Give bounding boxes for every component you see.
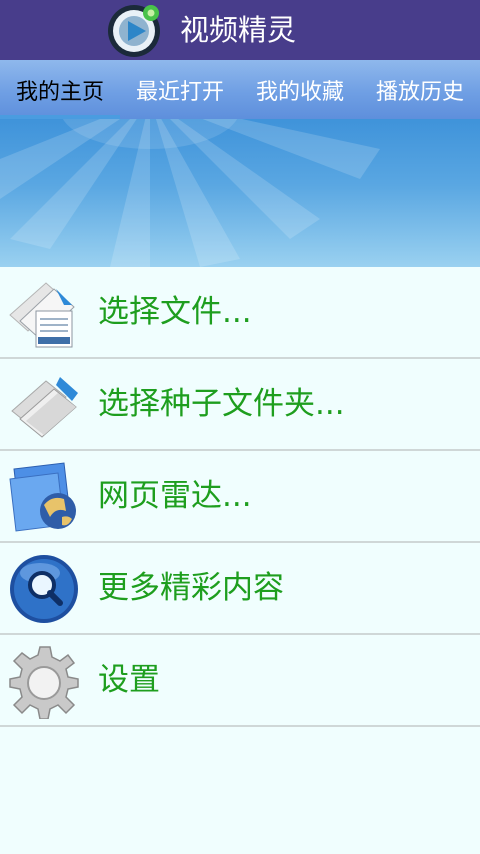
menu-item-label: 选择种子文件夹... <box>98 386 345 422</box>
menu-item-label: 设置 <box>98 662 160 698</box>
menu-item-label: 网页雷达... <box>98 478 252 514</box>
gear-icon <box>9 646 79 719</box>
tab-bar: 我的主页 最近打开 我的收藏 播放历史 <box>0 60 480 119</box>
menu-item-more-content[interactable]: 更多精彩内容 <box>0 543 480 635</box>
play-disc-icon <box>108 5 160 57</box>
app-title: 视频精灵 <box>180 13 297 47</box>
tab-history[interactable]: 播放历史 <box>360 60 480 119</box>
menu-item-settings[interactable]: 设置 <box>0 635 480 727</box>
menu-item-select-torrent-folder[interactable]: 选择种子文件夹... <box>0 359 480 451</box>
title-bar: 视频精灵 <box>0 0 480 60</box>
tab-home[interactable]: 我的主页 <box>0 60 120 119</box>
menu-item-label: 选择文件... <box>98 294 252 330</box>
menu-item-label: 更多精彩内容 <box>98 570 284 606</box>
tab-favorites[interactable]: 我的收藏 <box>240 60 360 119</box>
menu-item-select-file[interactable]: 选择文件... <box>0 267 480 359</box>
folder-icon <box>11 377 78 438</box>
sunburst-decoration <box>0 119 380 267</box>
tab-recent[interactable]: 最近打开 <box>120 60 240 119</box>
globe-folder-icon <box>9 462 76 532</box>
menu-item-web-radar[interactable]: 网页雷达... <box>0 451 480 543</box>
banner <box>0 119 480 267</box>
document-icon <box>9 282 75 348</box>
search-globe-icon <box>10 555 78 623</box>
main-menu: 选择文件... 选择种子文件夹... 网页雷达... 更多精彩内容 设置 <box>0 267 480 727</box>
